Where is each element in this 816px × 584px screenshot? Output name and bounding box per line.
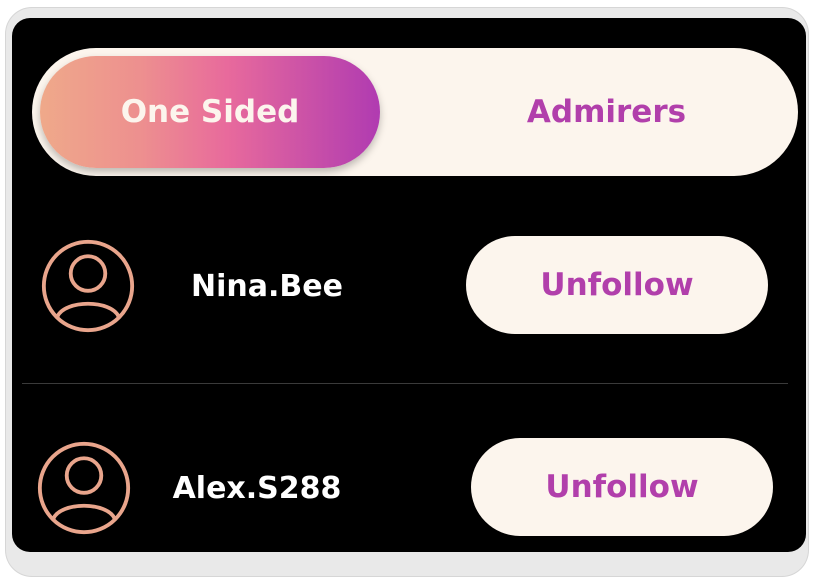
tab-switcher: One Sided Admirers [32,48,798,176]
unfollow-button[interactable]: Unfollow [466,236,768,334]
row-divider [22,383,788,384]
user-avatar-icon [41,239,135,333]
username-label: Nina.Bee [191,268,343,304]
list-item: Nina.Bee Unfollow [12,226,806,346]
list-item: Alex.S288 Unfollow [12,428,806,548]
tab-admirers[interactable]: Admirers [415,48,798,176]
unfollow-button[interactable]: Unfollow [471,438,773,536]
follow-list-screen: One Sided Admirers Nina.Bee Unfollow Ale… [12,18,806,552]
user-avatar-icon [37,441,131,535]
username-label: Alex.S288 [172,470,342,506]
tab-one-sided[interactable]: One Sided [40,56,380,168]
